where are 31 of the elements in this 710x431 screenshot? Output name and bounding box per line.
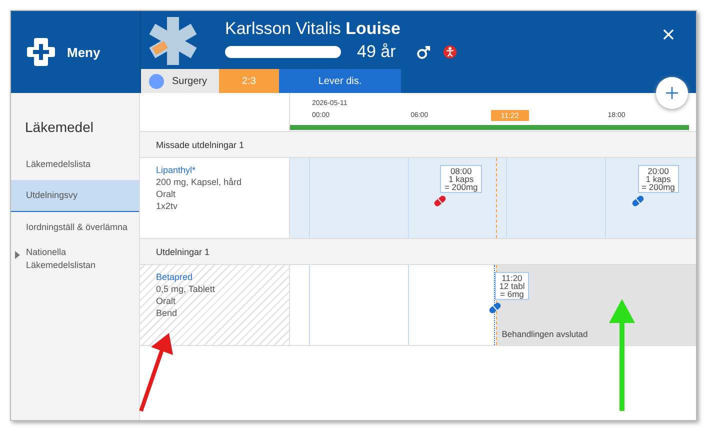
patient-tag[interactable]: Surgery xyxy=(141,69,219,93)
add-button[interactable] xyxy=(656,77,688,109)
patient-age: 49 år xyxy=(357,42,396,62)
sidebar-item[interactable]: Nationella Läkemedelslistan xyxy=(11,243,139,274)
medication-detail: Bend xyxy=(156,307,178,319)
alert-icon xyxy=(442,45,457,59)
sidebar-item[interactable]: Iordningställ & överlämna xyxy=(11,212,139,243)
caret-icon xyxy=(15,251,20,259)
patient-tag[interactable]: Lever dis. xyxy=(279,69,401,93)
sidebar-item[interactable]: Utdelningsvy xyxy=(11,180,139,212)
dose-callout[interactable]: 08:00 1 kaps = 200mg xyxy=(440,165,482,193)
medication-detail: Oralt xyxy=(156,295,177,307)
plus-icon xyxy=(666,87,678,99)
sidebar-title: Läkemedel xyxy=(24,119,94,135)
section-header: Missade utdelningar 1 xyxy=(140,132,696,158)
medication-link[interactable]: Betapred xyxy=(156,271,289,283)
ended-label: Behandlingen avslutad xyxy=(502,329,588,339)
close-icon xyxy=(663,29,674,40)
star-of-life-icon xyxy=(147,15,199,67)
sidebar-item[interactable]: Läkemedelslista xyxy=(11,149,139,180)
medication-detail: Oralt xyxy=(156,188,177,200)
dose-callout[interactable]: 11:20 12 tabl = 6mg xyxy=(495,272,529,300)
medication-link[interactable]: Lipanthyl* xyxy=(156,164,289,176)
section-header: Utdelningar 1 xyxy=(140,239,696,265)
patient-name: Karlsson Vitalis Louise xyxy=(225,19,402,39)
medication-detail: 200 mg, Kapsel, hård xyxy=(156,176,243,188)
dose-callout[interactable]: 20:00 1 kaps = 200mg xyxy=(638,165,679,193)
medication-detail: 1x2tv xyxy=(156,200,179,212)
cross-icon xyxy=(25,36,57,68)
male-icon xyxy=(416,44,431,60)
medication-detail: 0,5 mg, Tablett xyxy=(156,283,216,295)
